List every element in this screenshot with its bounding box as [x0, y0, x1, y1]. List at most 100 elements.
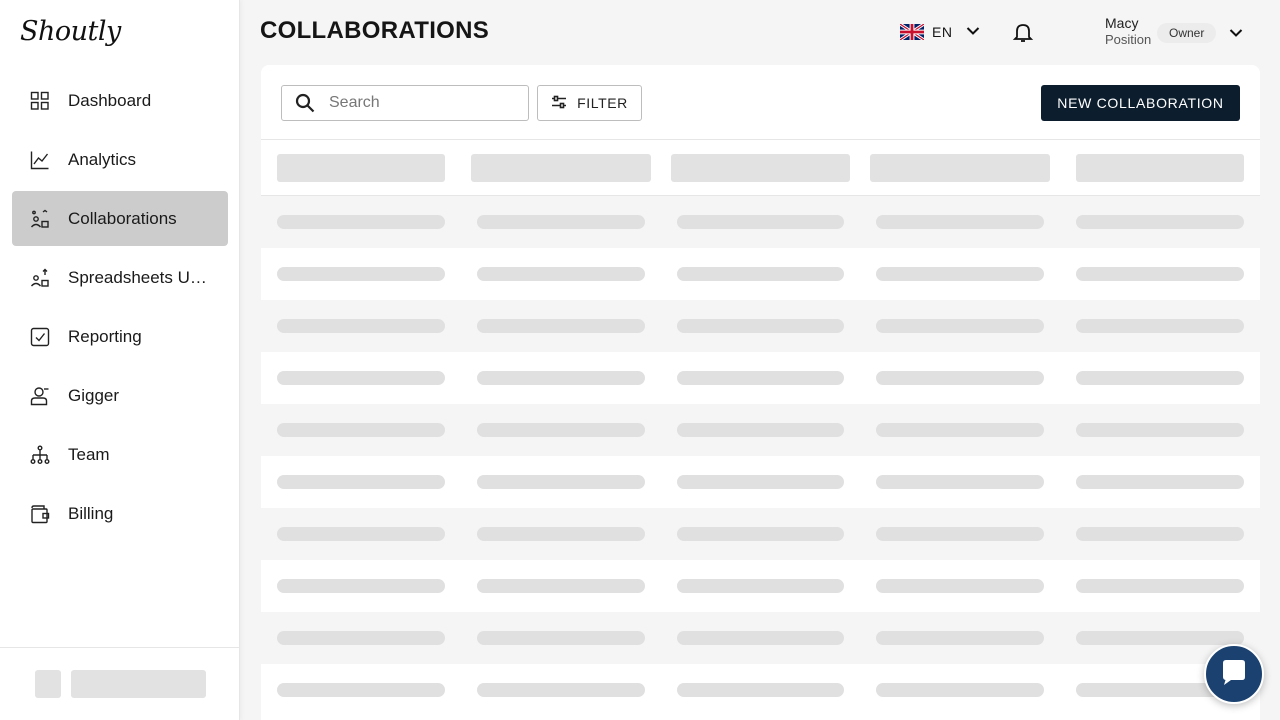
uk-flag-icon [899, 22, 925, 42]
chat-bubble-icon [1219, 657, 1249, 692]
user-menu[interactable]: Macy Position [1105, 15, 1151, 47]
table-row [261, 352, 1260, 404]
sidebar-item-label: Billing [68, 503, 114, 523]
skeleton-cell [1076, 371, 1244, 385]
skeleton-cell [477, 371, 645, 385]
skeleton-cell [677, 475, 844, 489]
skeleton-cell [277, 527, 445, 541]
table-row [261, 612, 1260, 664]
skeleton-cell [876, 579, 1044, 593]
skeleton-cell [477, 215, 645, 229]
search-icon [295, 93, 315, 113]
skeleton-cell [477, 631, 645, 645]
skeleton-cell [677, 267, 844, 281]
skeleton-cell [876, 371, 1044, 385]
sidebar-item-collaborations[interactable]: Collaborations [12, 191, 228, 246]
skeleton-header-cell [277, 154, 445, 182]
skeleton-header-cell [471, 154, 651, 182]
table-row [261, 248, 1260, 300]
skeleton-cell [677, 683, 844, 697]
sidebar-item-gigger[interactable]: Gigger [12, 368, 228, 423]
skeleton-cell [277, 423, 445, 437]
skeleton-cell [876, 215, 1044, 229]
role-badge: Owner [1157, 23, 1217, 43]
skeleton-cell [1076, 579, 1244, 593]
checkbox-icon [30, 327, 50, 347]
skeleton-cell [277, 475, 445, 489]
sidebar-nav: Dashboard Analytics Collaborations Sprea… [12, 73, 228, 545]
sidebar-item-dashboard[interactable]: Dashboard [12, 73, 228, 128]
skeleton-cell [876, 631, 1044, 645]
sidebar-item-reporting[interactable]: Reporting [12, 309, 228, 364]
sidebar-item-billing[interactable]: Billing [12, 486, 228, 541]
table-row [261, 508, 1260, 560]
skeleton-cell [1076, 631, 1244, 645]
chat-launcher-button[interactable] [1204, 644, 1264, 704]
skeleton-cell [1076, 475, 1244, 489]
skeleton-cell [876, 527, 1044, 541]
skeleton-cell [1076, 423, 1244, 437]
user-icon [30, 386, 50, 406]
skeleton-cell [277, 319, 445, 333]
collaborations-icon [30, 209, 50, 229]
filter-button[interactable]: FILTER [537, 85, 642, 121]
sidebar-item-label: Dashboard [68, 90, 152, 110]
sidebar: Shoutly Dashboard Analytics Collaboratio… [0, 0, 240, 720]
chevron-down-icon [966, 23, 980, 41]
skeleton-cell [277, 683, 445, 697]
skeleton-cell [1076, 215, 1244, 229]
skeleton-cell [477, 423, 645, 437]
skeleton-cell [876, 683, 1044, 697]
chevron-down-icon[interactable] [1229, 25, 1243, 43]
new-collaboration-button[interactable]: NEW COLLABORATION [1041, 85, 1240, 121]
skeleton-cell [677, 527, 844, 541]
spreadsheet-upload-icon [30, 268, 50, 288]
skeleton-header-cell [671, 154, 850, 182]
sidebar-item-team[interactable]: Team [12, 427, 228, 482]
skeleton-cell [876, 267, 1044, 281]
skeleton-avatar [35, 670, 61, 698]
sidebar-item-label: Team [68, 444, 110, 464]
skeleton-cell [1076, 267, 1244, 281]
skeleton-cell [277, 631, 445, 645]
skeleton-cell [477, 579, 645, 593]
sidebar-item-label: Gigger [68, 385, 120, 405]
skeleton-cell [277, 371, 445, 385]
shoutly-logo[interactable]: Shoutly [20, 16, 121, 47]
sidebar-item-analytics[interactable]: Analytics [12, 132, 228, 187]
language-selector[interactable]: EN [899, 20, 980, 44]
table-row [261, 456, 1260, 508]
skeleton-cell [477, 319, 645, 333]
skeleton-cell [677, 371, 844, 385]
table-row [261, 404, 1260, 456]
sidebar-item-spreadsheets-upload[interactable]: Spreadsheets Upload [12, 250, 228, 305]
wallet-icon [30, 504, 50, 524]
skeleton-cell [677, 631, 844, 645]
sliders-icon [551, 95, 567, 112]
skeleton-cell [477, 683, 645, 697]
user-name: Macy [1105, 15, 1139, 31]
skeleton-cell [677, 319, 844, 333]
skeleton-cell [876, 319, 1044, 333]
sidebar-item-label: Collaborations [68, 208, 177, 228]
search-box[interactable] [281, 85, 529, 121]
skeleton-cell [876, 423, 1044, 437]
collaborations-table [261, 139, 1260, 716]
skeleton-cell [477, 527, 645, 541]
skeleton-cell [1076, 319, 1244, 333]
bell-icon[interactable] [1012, 21, 1034, 48]
skeleton-cell [277, 267, 445, 281]
skeleton-cell [277, 579, 445, 593]
collaborations-card: FILTER NEW COLLABORATION [261, 65, 1260, 720]
user-position: Position [1105, 32, 1152, 47]
filter-label: FILTER [577, 95, 628, 111]
page-title: COLLABORATIONS [260, 17, 490, 44]
skeleton-cell [876, 475, 1044, 489]
line-chart-icon [30, 150, 50, 170]
skeleton-cell [1076, 527, 1244, 541]
search-input[interactable] [329, 94, 499, 112]
skeleton-cell [477, 267, 645, 281]
team-tree-icon [30, 445, 50, 465]
table-row [261, 196, 1260, 248]
sidebar-item-label: Analytics [68, 149, 137, 169]
